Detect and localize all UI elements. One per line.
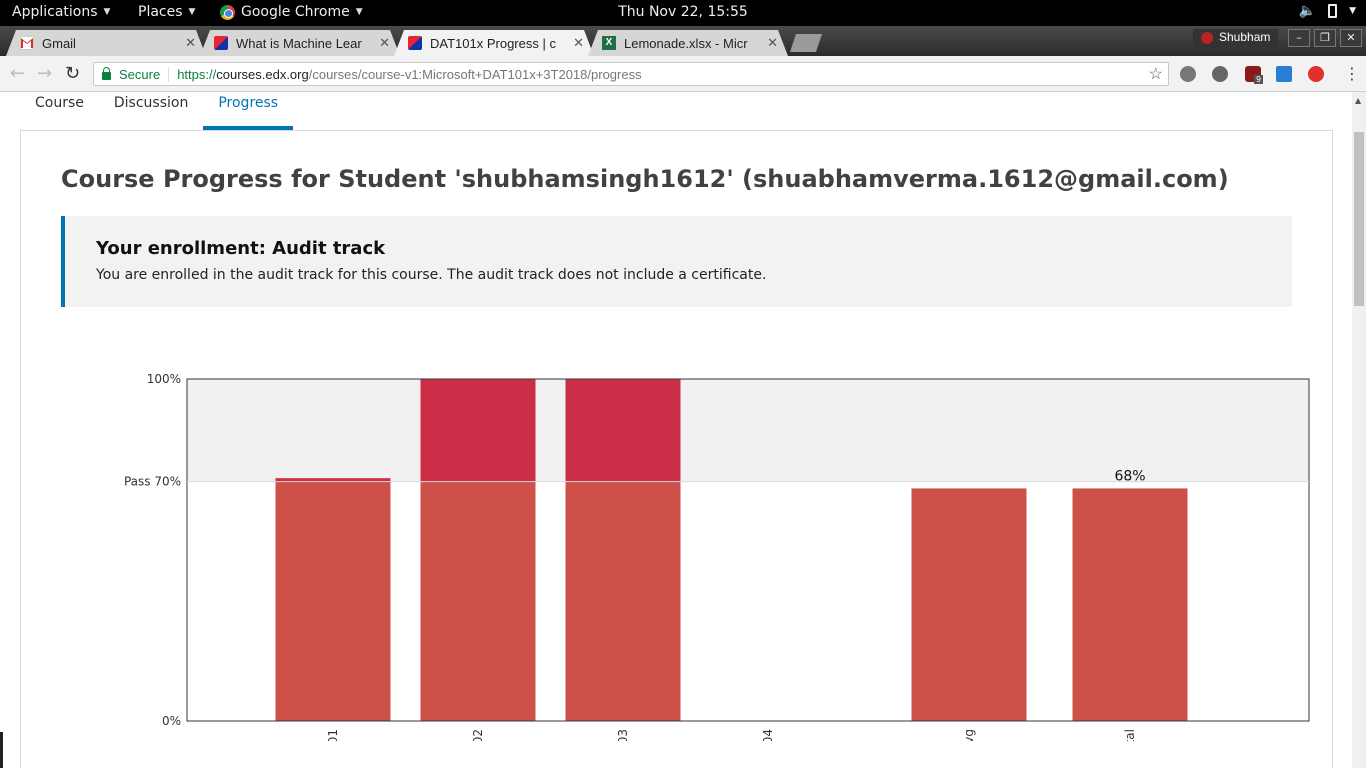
close-tab-icon[interactable]: ✕ (185, 35, 196, 51)
tab-gmail[interactable]: Gmail ✕ (6, 30, 206, 56)
grade-chart: 100% Pass 70% 0% Lab 01 Lab 02 Lab 03 Lab 04 L… (124, 372, 1310, 741)
chrome-menu-icon[interactable]: ⋮ (1344, 64, 1360, 83)
url-path: /courses/course-v1:Microsoft+DAT101x+3T2… (308, 66, 642, 82)
url-scheme: https:// (177, 66, 217, 82)
clock[interactable]: Thu Nov 22, 15:55 (0, 4, 1366, 20)
close-window-button[interactable]: ✕ (1340, 29, 1362, 47)
browser-tab-strip: Gmail ✕ What is Machine Lear ✕ DAT101x P… (0, 26, 1366, 56)
edx-favicon (214, 36, 228, 50)
tab-title: DAT101x Progress | c (430, 35, 556, 51)
restore-button[interactable]: ❐ (1314, 29, 1336, 47)
enrollment-heading: Your enrollment: Audit track (96, 238, 386, 259)
extension-badge: 9 (1254, 75, 1264, 84)
bar-total (1072, 488, 1188, 721)
bar-lab-03 (565, 481, 681, 721)
address-bar[interactable]: Secure https:// courses.edx.org /courses… (93, 62, 1169, 86)
power-menu-icon[interactable]: ▼ (1349, 6, 1356, 16)
enrollment-notice: Your enrollment: Audit track You are enr… (61, 216, 1292, 307)
browser-toolbar: ← → ↻ Secure https:// courses.edx.org /c… (0, 56, 1366, 92)
x-tick-label: Lab Avg (962, 729, 976, 741)
x-tick-label: Total (1123, 729, 1137, 741)
y-tick-label: Pass 70% (124, 475, 181, 489)
excel-icon: X (602, 36, 616, 50)
bar-above-pass (275, 478, 391, 482)
extension-window-icon[interactable] (1276, 66, 1292, 82)
page-title: Course Progress for Student 'shubhamsing… (61, 165, 1229, 193)
tab-title: What is Machine Lear (236, 35, 362, 51)
profile-button[interactable]: Shubham (1193, 29, 1279, 47)
extension-f-icon[interactable] (1180, 66, 1196, 82)
data-label: 68% (1114, 468, 1145, 484)
enrollment-text: You are enrolled in the audit track for … (96, 267, 767, 283)
new-tab-button[interactable] (790, 34, 822, 52)
reload-icon[interactable]: ↻ (65, 63, 80, 84)
tab-discussion[interactable]: Discussion (99, 92, 203, 130)
progress-card: Course Progress for Student 'shubhamsing… (20, 130, 1333, 768)
profile-avatar-icon (1201, 32, 1213, 44)
bar-lab-02 (420, 481, 536, 721)
page-scrollbar[interactable]: ▲ (1352, 92, 1366, 768)
x-tick-label: Lab 02 (471, 729, 485, 741)
x-tick-label: Lab 04 (761, 729, 775, 741)
minimize-button[interactable]: – (1288, 29, 1310, 47)
url-host: courses.edx.org (216, 66, 309, 82)
tab-progress[interactable]: Progress (203, 92, 294, 130)
y-tick-label: 0% (162, 714, 181, 728)
close-tab-icon[interactable]: ✕ (573, 35, 584, 51)
extension-shield-icon[interactable] (1308, 66, 1324, 82)
system-tray[interactable]: 🔈 ▼ (1299, 3, 1356, 19)
system-top-bar: Applications ▼ Places ▼ Google Chrome ▼ … (0, 0, 1366, 26)
close-tab-icon[interactable]: ✕ (379, 35, 390, 51)
speed-dial-icon[interactable] (1212, 66, 1228, 82)
bookmark-star-icon[interactable]: ☆ (1149, 64, 1163, 84)
gmail-icon (20, 36, 34, 50)
ublock-icon[interactable]: 9 (1245, 66, 1264, 84)
volume-icon[interactable]: 🔈 (1299, 3, 1316, 19)
profile-name: Shubham (1219, 30, 1271, 44)
pass-band (187, 379, 1309, 482)
bar-lab-01 (275, 481, 391, 721)
x-tick-label: Lab 03 (616, 729, 630, 741)
tab-lemonade-xlsx[interactable]: X Lemonade.xlsx - Micr ✕ (588, 30, 788, 56)
battery-icon[interactable] (1328, 4, 1338, 18)
page-content: Course Discussion Progress Course Progre… (0, 92, 1352, 768)
x-tick-label: Lab 01 (326, 729, 340, 741)
bar-lab-avg (911, 488, 1027, 721)
lock-icon (102, 67, 111, 80)
edx-favicon (408, 36, 422, 50)
scroll-up-icon[interactable]: ▲ (1355, 96, 1361, 105)
tab-machine-learning[interactable]: What is Machine Lear ✕ (200, 30, 400, 56)
bar-above-pass (565, 379, 681, 482)
close-tab-icon[interactable]: ✕ (767, 35, 778, 51)
tab-dat101x-progress[interactable]: DAT101x Progress | c ✕ (394, 30, 594, 56)
tab-title: Gmail (42, 35, 76, 51)
window-edge (0, 732, 3, 768)
back-arrow-icon[interactable]: ← (10, 63, 25, 84)
tab-course[interactable]: Course (20, 92, 99, 130)
forward-arrow-icon[interactable]: → (37, 63, 52, 84)
secure-label[interactable]: Secure (119, 66, 170, 82)
scrollbar-thumb[interactable] (1354, 132, 1364, 306)
y-tick-label: 100% (147, 372, 181, 386)
course-navigation: Course Discussion Progress (20, 92, 294, 130)
bar-above-pass (420, 379, 536, 482)
tab-title: Lemonade.xlsx - Micr (624, 35, 748, 51)
